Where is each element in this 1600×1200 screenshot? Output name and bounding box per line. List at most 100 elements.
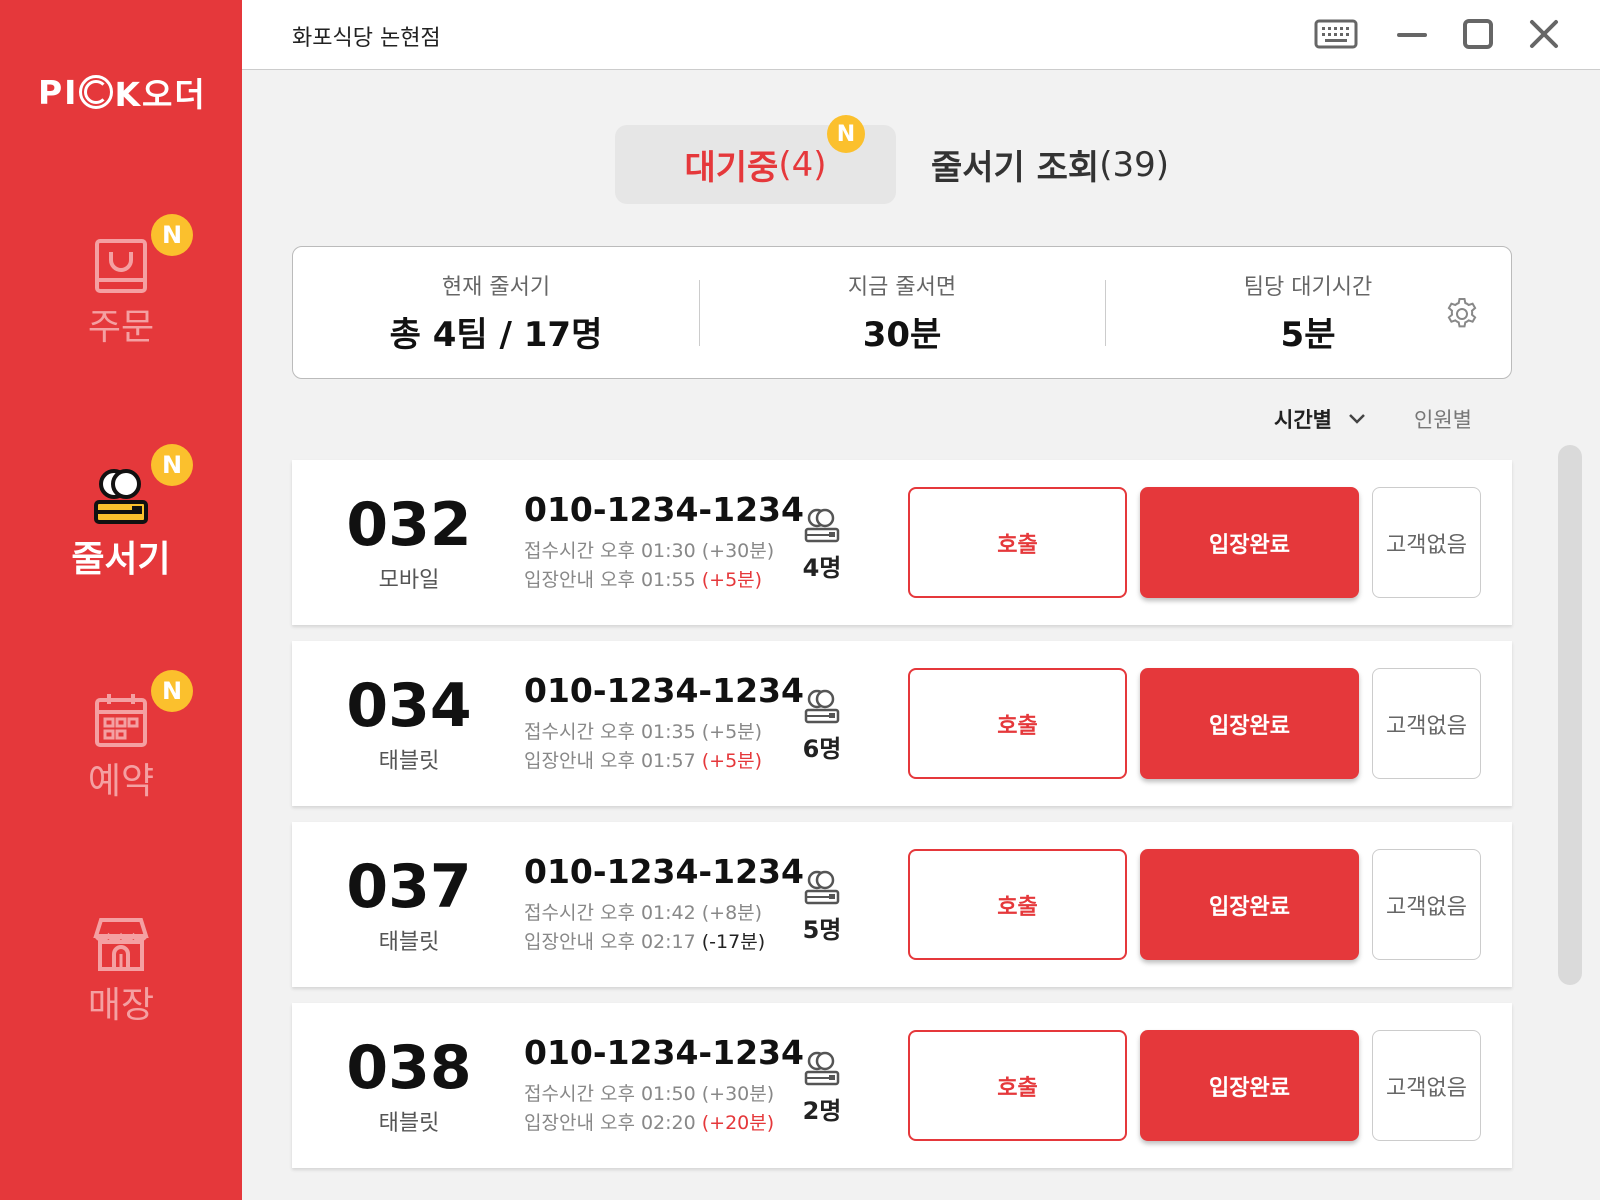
summary-per-team: 팀당 대기시간 5분 — [1105, 247, 1511, 378]
call-button[interactable]: 호출 — [908, 668, 1127, 779]
party-size: 4명 — [802, 508, 842, 583]
guide-time-text: 입장안내 오후 02:20 — [524, 1112, 696, 1134]
guide-time-text: 입장안내 오후 01:55 — [524, 569, 696, 591]
entry-complete-button[interactable]: 입장완료 — [1140, 487, 1359, 598]
received-time: 접수시간 오후 01:30 (+30분) — [524, 540, 775, 562]
summary-per-team-label: 팀당 대기시간 — [1243, 275, 1373, 300]
minimize-icon[interactable] — [1396, 18, 1428, 50]
party-size: 6명 — [802, 689, 842, 764]
queue-summary: 현재 줄서기 총 4팀 / 17명 지금 줄서면 30분 팀당 대기시간 5분 — [292, 246, 1512, 379]
sidebar-item-order[interactable]: 주문 — [0, 238, 242, 350]
sidebar-item-label: 매장 — [87, 985, 155, 1026]
summary-now-value: 30분 — [862, 315, 942, 355]
close-icon[interactable] — [1528, 18, 1560, 50]
new-badge: N — [151, 444, 193, 486]
summary-now-label: 지금 줄서면 — [847, 275, 957, 300]
logo-ring-icon — [79, 75, 114, 109]
party-size-count: 6명 — [802, 735, 842, 763]
sidebar-item-label: 줄서기 — [71, 539, 171, 580]
sidebar-item-store[interactable]: 매장 — [0, 916, 242, 1028]
title-bar: 화포식당 논현점 — [242, 0, 1600, 70]
call-button[interactable]: 호출 — [908, 487, 1127, 598]
phone-number: 010-1234-1234 — [524, 1033, 804, 1072]
queue-card: 037 태블릿 010-1234-1234 접수시간 오후 01:42 (+8분… — [292, 822, 1512, 987]
tab-history[interactable]: 줄서기 조회 (39) — [900, 125, 1200, 204]
scrollbar[interactable] — [1558, 445, 1582, 985]
shopping-bag-icon — [95, 239, 147, 293]
sidebar-item-label: 주문 — [87, 307, 155, 348]
tab-waiting-label: 대기중 — [684, 148, 779, 188]
sort-by-people[interactable]: 인원별 — [1414, 404, 1472, 434]
sidebar-item-label: 예약 — [87, 761, 155, 802]
party-size: 2명 — [802, 1051, 842, 1126]
calendar-icon — [95, 694, 147, 747]
sidebar: PI K오더 주문 N 줄서기 N 예약 N 매장 — [0, 0, 242, 1200]
queue-card: 034 태블릿 010-1234-1234 접수시간 오후 01:35 (+5분… — [292, 641, 1512, 806]
party-size-count: 2명 — [802, 1097, 842, 1125]
guide-time-text: 입장안내 오후 01:57 — [524, 750, 696, 772]
summary-current: 현재 줄서기 총 4팀 / 17명 — [293, 247, 699, 378]
queue-card: 038 태블릿 010-1234-1234 접수시간 오후 01:50 (+30… — [292, 1003, 1512, 1168]
keyboard-icon[interactable] — [1314, 18, 1358, 50]
entry-complete-button[interactable]: 입장완료 — [1140, 668, 1359, 779]
tab-history-count: (39) — [1099, 144, 1170, 185]
sort-by-time[interactable]: 시간별 — [1274, 404, 1366, 434]
store-name: 화포식당 논현점 — [292, 26, 441, 51]
received-time: 접수시간 오후 01:35 (+5분) — [524, 721, 763, 743]
party-size: 5명 — [802, 870, 842, 945]
logo-text-right: K오더 — [114, 75, 207, 114]
no-show-button[interactable]: 고객없음 — [1372, 849, 1481, 960]
gear-icon[interactable] — [1445, 297, 1479, 331]
summary-current-value: 총 4팀 / 17명 — [389, 315, 603, 355]
app-logo: PI K오더 — [38, 68, 207, 116]
summary-current-label: 현재 줄서기 — [441, 275, 551, 300]
store-icon — [93, 918, 149, 971]
phone-number: 010-1234-1234 — [524, 671, 804, 710]
guide-time-text: 입장안내 오후 02:17 — [524, 931, 696, 953]
chevron-down-icon — [1349, 414, 1365, 424]
summary-per-team-value: 5분 — [1280, 315, 1336, 355]
sidebar-item-reservation[interactable]: 예약 — [0, 692, 242, 804]
guide-time-diff: (+5분) — [701, 569, 763, 591]
no-show-button[interactable]: 고객없음 — [1372, 487, 1481, 598]
people-icon — [804, 1051, 840, 1086]
queue-channel: 태블릿 — [378, 749, 440, 774]
new-badge: N — [151, 214, 193, 256]
queue-icon — [94, 469, 148, 524]
queue-number: 038 — [346, 1033, 472, 1103]
queue-card: 032 모바일 010-1234-1234 접수시간 오후 01:30 (+30… — [292, 460, 1512, 625]
new-badge: N — [151, 670, 193, 712]
queue-number: 037 — [346, 852, 472, 922]
entry-complete-button[interactable]: 입장완료 — [1140, 1030, 1359, 1141]
guide-time-diff: (+20분) — [701, 1112, 775, 1134]
queue-number: 032 — [346, 490, 472, 560]
party-size-count: 4명 — [802, 554, 842, 582]
received-time: 접수시간 오후 01:50 (+30분) — [524, 1083, 775, 1105]
guide-time: 입장안내 오후 02:20 (+20분) — [524, 1108, 774, 1135]
people-icon — [804, 870, 840, 905]
queue-number: 034 — [346, 671, 472, 741]
phone-number: 010-1234-1234 — [524, 490, 804, 529]
phone-number: 010-1234-1234 — [524, 852, 804, 891]
guide-time: 입장안내 오후 01:55 (+5분) — [524, 565, 762, 592]
summary-now: 지금 줄서면 30분 — [699, 247, 1105, 378]
guide-time-diff: (+5분) — [701, 750, 763, 772]
tab-waiting-count: (4) — [778, 144, 827, 185]
logo-text-left: PI — [38, 72, 79, 112]
new-badge: N — [827, 115, 865, 153]
guide-time-diff: (-17분) — [701, 931, 766, 953]
maximize-icon[interactable] — [1462, 18, 1494, 50]
queue-channel: 모바일 — [378, 568, 440, 593]
entry-complete-button[interactable]: 입장완료 — [1140, 849, 1359, 960]
people-icon — [804, 508, 840, 543]
no-show-button[interactable]: 고객없음 — [1372, 1030, 1481, 1141]
queue-channel: 태블릿 — [378, 1111, 440, 1136]
no-show-button[interactable]: 고객없음 — [1372, 668, 1481, 779]
guide-time: 입장안내 오후 01:57 (+5분) — [524, 746, 762, 773]
sidebar-item-queue[interactable]: 줄서기 — [0, 468, 242, 582]
people-icon — [804, 689, 840, 724]
sort-by-time-label: 시간별 — [1274, 408, 1332, 432]
received-time: 접수시간 오후 01:42 (+8분) — [524, 902, 763, 924]
call-button[interactable]: 호출 — [908, 1030, 1127, 1141]
call-button[interactable]: 호출 — [908, 849, 1127, 960]
